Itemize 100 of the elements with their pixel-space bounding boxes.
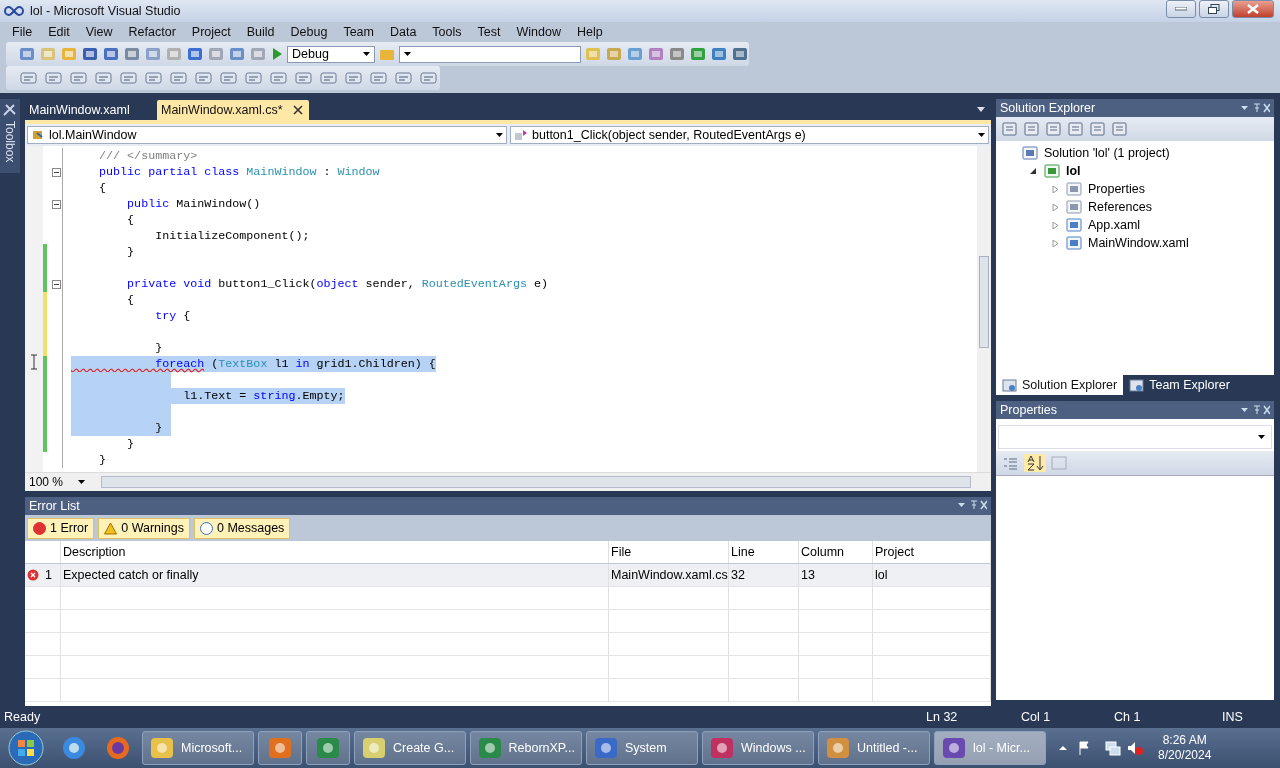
zoom-dropdown[interactable]: 100 % xyxy=(25,475,91,489)
start-debugging-icon[interactable] xyxy=(270,46,284,62)
menu-item[interactable]: Window xyxy=(508,25,569,39)
column-header[interactable]: Column xyxy=(799,541,873,563)
clock-time[interactable]: 8:26 AM xyxy=(1162,733,1207,748)
taskbar-button[interactable] xyxy=(306,731,350,765)
menu-item[interactable]: Build xyxy=(238,25,283,39)
caret-icon xyxy=(1258,435,1265,439)
column-header[interactable]: Description xyxy=(61,541,609,563)
tree-item[interactable]: References xyxy=(1088,200,1152,214)
app-icon xyxy=(477,736,503,760)
collapse-icon[interactable] xyxy=(52,279,61,289)
minimize-icon xyxy=(1175,7,1187,11)
caret-icon xyxy=(78,480,85,484)
taskbar-button[interactable]: Windows ... xyxy=(702,731,814,765)
pin-icon[interactable] xyxy=(1240,405,1270,415)
table-cell: 13 xyxy=(799,564,873,586)
sort-alphabetical-icon[interactable] xyxy=(1024,454,1046,472)
table-cell: 32 xyxy=(729,564,799,586)
restore-button[interactable] xyxy=(1199,0,1229,18)
taskbar-button[interactable] xyxy=(258,731,302,765)
close-icon xyxy=(1247,4,1259,14)
menu-item[interactable]: Debug xyxy=(282,25,336,39)
menu-item[interactable]: Tools xyxy=(424,25,470,39)
close-icon[interactable] xyxy=(292,105,303,115)
collapse-icon[interactable] xyxy=(52,167,61,177)
close-button[interactable] xyxy=(1232,0,1274,18)
app-icon xyxy=(361,736,387,760)
horizontal-scrollbar[interactable] xyxy=(101,476,971,488)
column-header[interactable]: File xyxy=(609,541,729,563)
menu-item[interactable]: Edit xyxy=(40,25,78,39)
caret-icon xyxy=(978,133,985,137)
clock-date[interactable]: 8/20/2024 xyxy=(1158,748,1212,763)
taskbar-button[interactable]: Create G... xyxy=(354,731,466,765)
document-tab[interactable]: MainWindow.xaml xyxy=(25,100,155,120)
code-line: public MainWindow() xyxy=(126,196,261,212)
taskbar-button[interactable]: Microsoft... xyxy=(142,731,254,765)
collapse-icon[interactable] xyxy=(52,199,61,209)
panel-tab[interactable]: Solution Explorer xyxy=(996,375,1124,395)
status-text: Ready xyxy=(4,710,42,724)
app-icon xyxy=(593,736,619,760)
tree-item[interactable]: lol xyxy=(1066,164,1081,178)
table-cell: MainWindow.xaml.cs xyxy=(609,564,729,586)
filter-button[interactable]: 1 Error xyxy=(27,517,95,539)
pin-icon[interactable] xyxy=(1240,103,1270,113)
document-tab[interactable]: MainWindow.xaml.cs* xyxy=(157,100,309,120)
code-line: public partial class MainWindow : Window xyxy=(98,164,380,180)
restore-icon xyxy=(1208,4,1220,14)
menu-item[interactable]: Refactor xyxy=(120,25,184,39)
app-icon xyxy=(267,736,293,760)
app-icon xyxy=(941,736,967,760)
code-line: try { xyxy=(154,308,191,324)
tree-item[interactable]: MainWindow.xaml xyxy=(1088,236,1189,250)
insert-mode-indicator: INS xyxy=(1222,710,1243,724)
column-header[interactable]: Project xyxy=(873,541,991,563)
class-icon xyxy=(31,129,45,141)
menu-item[interactable]: Team xyxy=(335,25,382,39)
tree-item[interactable]: App.xaml xyxy=(1088,218,1141,232)
network-icon[interactable] xyxy=(1104,740,1122,756)
configuration-dropdown[interactable]: Debug xyxy=(287,45,375,63)
error-icon xyxy=(33,521,46,535)
panel-title: Solution Explorer xyxy=(1000,101,1096,115)
caret-icon xyxy=(363,52,370,56)
panel-tab[interactable]: Team Explorer xyxy=(1123,375,1236,395)
app-logo-icon xyxy=(4,6,24,16)
type-dropdown[interactable]: lol.MainWindow xyxy=(27,126,507,144)
app-icon xyxy=(315,736,341,760)
filter-button[interactable]: 0 Warnings xyxy=(98,517,190,539)
file-icon xyxy=(1066,218,1082,232)
pin-icon[interactable] xyxy=(957,500,987,510)
column-header[interactable]: Line xyxy=(729,541,799,563)
start-button[interactable] xyxy=(6,728,46,768)
text-cursor-icon xyxy=(30,354,38,370)
vertical-scrollbar[interactable] xyxy=(977,146,991,472)
menu-item[interactable]: Project xyxy=(183,25,239,39)
caret-icon xyxy=(496,133,503,137)
menu-item[interactable]: File xyxy=(4,25,41,39)
tree-item[interactable]: Properties xyxy=(1088,182,1145,196)
menu-item[interactable]: Test xyxy=(469,25,509,39)
menu-item[interactable]: Help xyxy=(568,25,611,39)
caret-icon xyxy=(404,52,411,56)
warning-icon xyxy=(104,521,118,535)
error-icon xyxy=(27,569,39,581)
taskbar-button[interactable]: Untitled -... xyxy=(818,731,930,765)
member-dropdown[interactable]: button1_Click(object sender, RoutedEventArgs e) xyxy=(510,126,989,144)
caret-icon[interactable] xyxy=(977,107,985,112)
taskbar-button[interactable]: RebornXP... xyxy=(470,731,582,765)
menu-item[interactable]: Data xyxy=(381,25,425,39)
code-line: } xyxy=(126,436,135,452)
filter-button[interactable]: 0 Messages xyxy=(193,517,291,539)
search-dropdown[interactable] xyxy=(399,45,581,63)
code-line: } xyxy=(98,452,107,468)
menu-item[interactable]: View xyxy=(77,25,121,39)
taskbar-button[interactable]: System xyxy=(586,731,698,765)
tree-item[interactable]: Solution 'lol' (1 project) xyxy=(1044,146,1170,160)
expander-icon[interactable] xyxy=(1030,167,1037,175)
object-dropdown[interactable] xyxy=(998,425,1272,449)
volume-muted-icon[interactable] xyxy=(1126,740,1144,756)
line-indicator: Ln 32 xyxy=(926,710,959,724)
app-icon xyxy=(149,736,175,760)
